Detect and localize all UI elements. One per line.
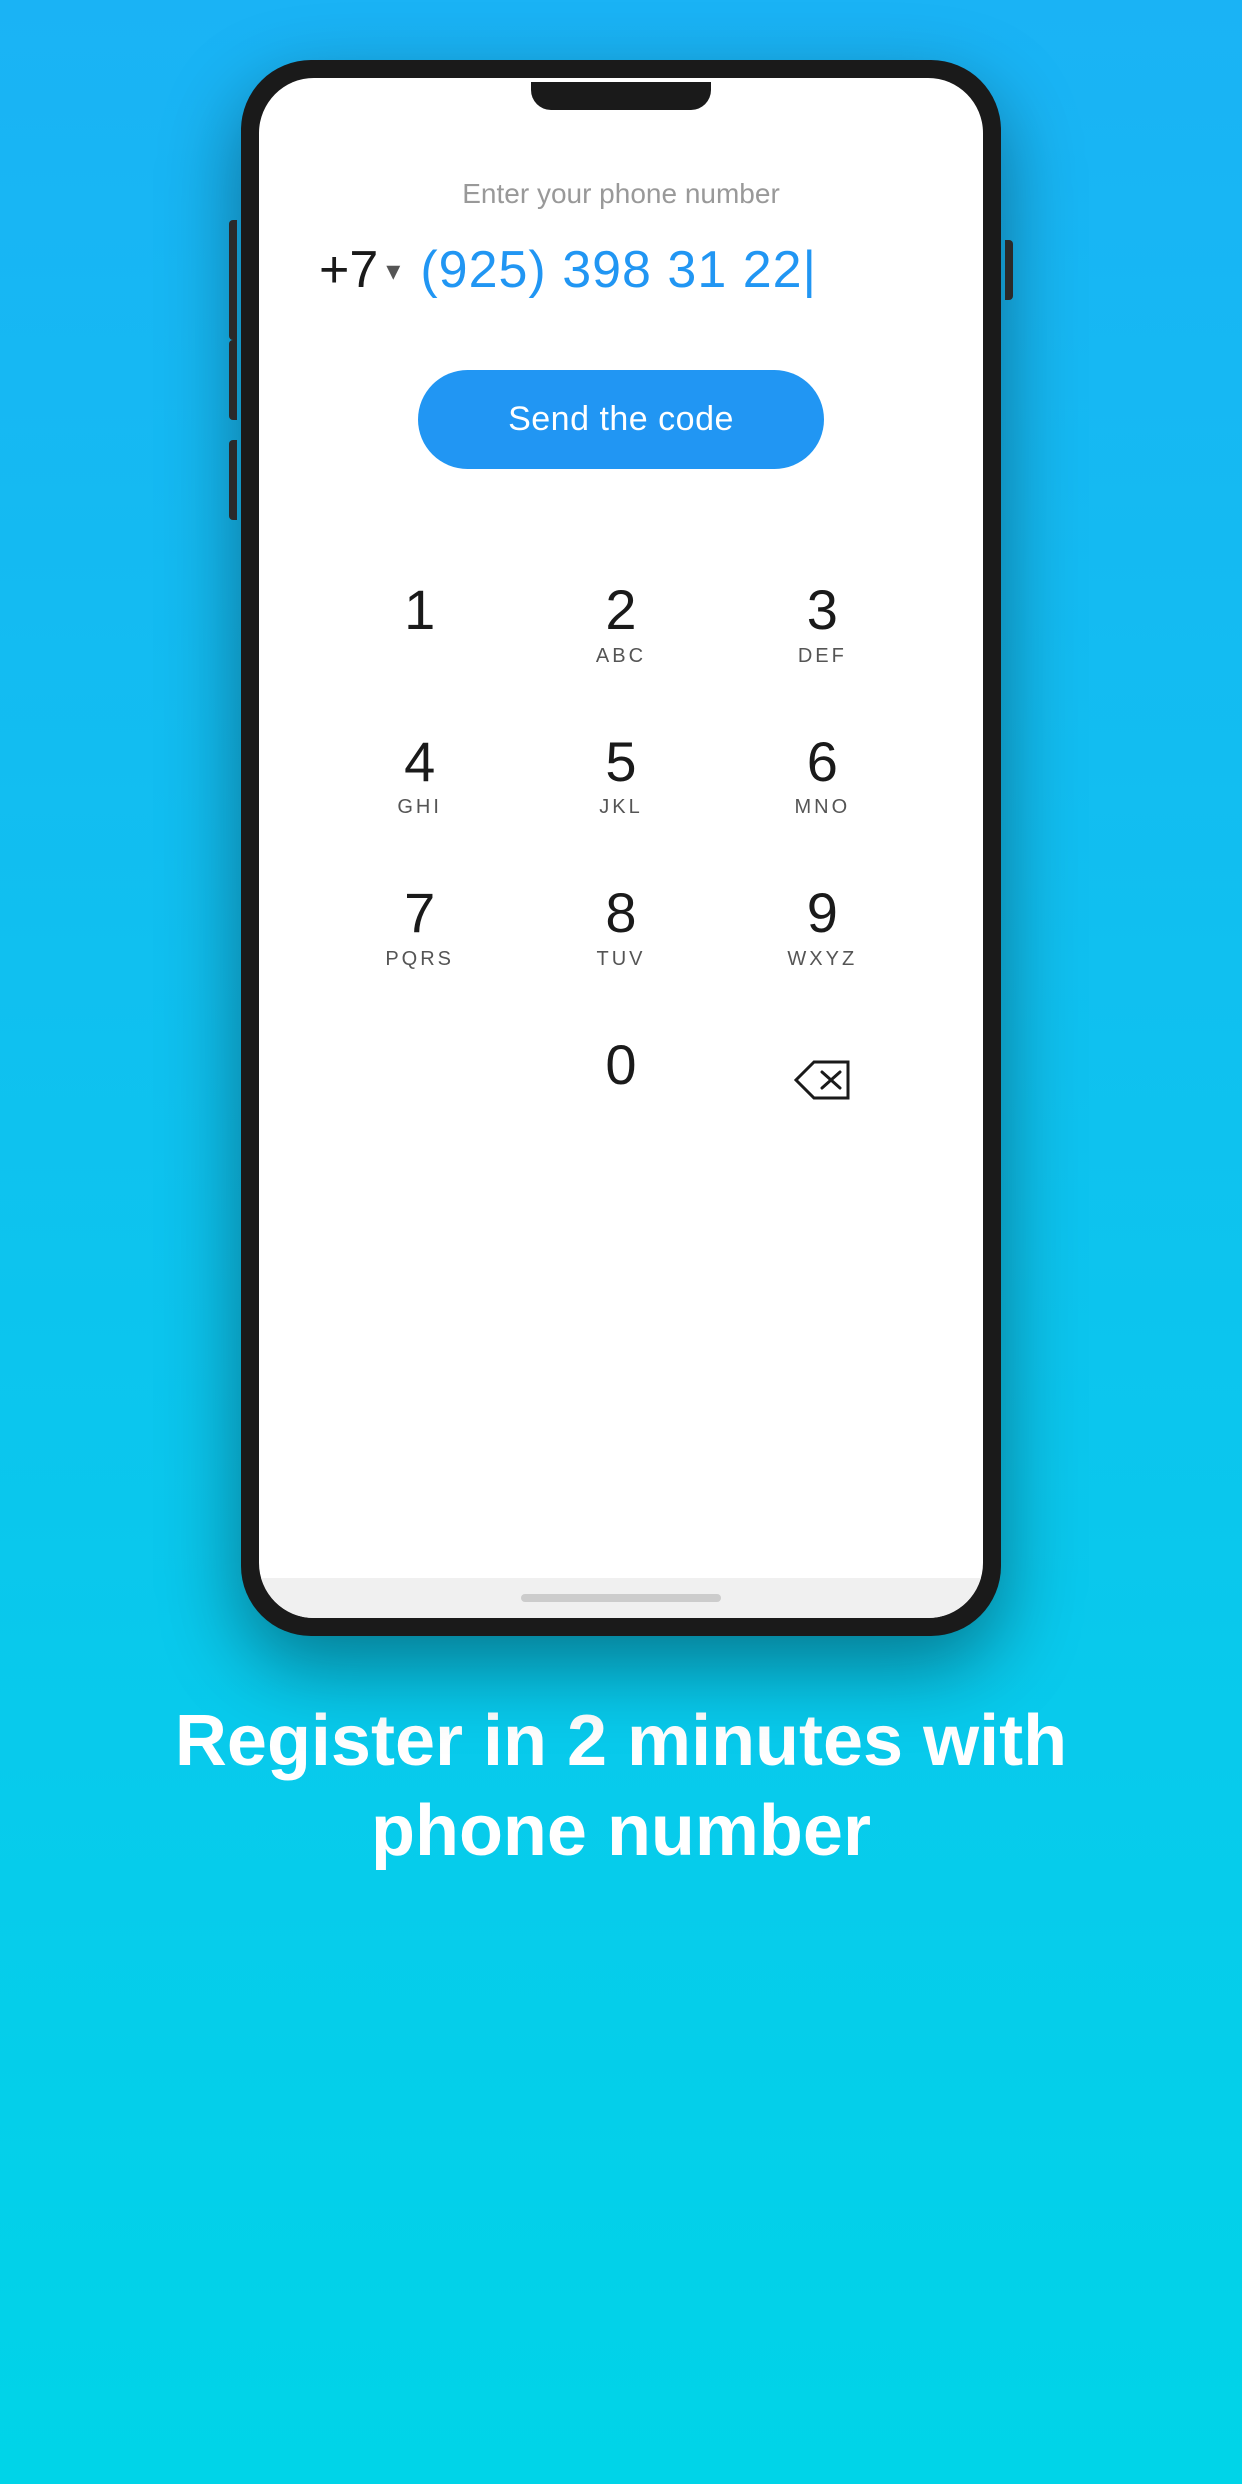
dial-digit: 8 bbox=[605, 882, 636, 944]
dial-key-0[interactable]: 0 bbox=[520, 1004, 721, 1156]
dial-key-9[interactable]: 9 WXYZ bbox=[722, 852, 923, 1004]
phone-wrapper: Enter your phone number +7 ▾ (925) 398 3… bbox=[241, 60, 1001, 1636]
dial-letters: PQRS bbox=[385, 948, 454, 974]
send-button-container: Send the code bbox=[319, 370, 923, 469]
backspace-key[interactable] bbox=[722, 1004, 923, 1156]
dial-key-3[interactable]: 3 DEF bbox=[722, 549, 923, 701]
dial-digit: 9 bbox=[807, 882, 838, 944]
empty-key bbox=[319, 1004, 520, 1156]
phone-input-row: +7 ▾ (925) 398 31 22| bbox=[319, 230, 923, 310]
dial-digit: 5 bbox=[605, 731, 636, 793]
vol-button-left2 bbox=[229, 340, 237, 420]
dial-letters: ABC bbox=[596, 645, 646, 671]
screen-content: Enter your phone number +7 ▾ (925) 398 3… bbox=[259, 78, 983, 1578]
dial-key-8[interactable]: 8 TUV bbox=[520, 852, 721, 1004]
dial-digit: 0 bbox=[605, 1034, 636, 1096]
dial-key-7[interactable]: 7 PQRS bbox=[319, 852, 520, 1004]
dial-letters: MNO bbox=[794, 796, 850, 822]
phone-input-label: Enter your phone number bbox=[319, 178, 923, 210]
dial-letters: TUV bbox=[596, 948, 645, 974]
home-indicator bbox=[521, 1594, 721, 1602]
country-code-value: +7 bbox=[319, 240, 378, 300]
tagline-text: Register in 2 minutes with phone number bbox=[175, 1696, 1067, 1876]
dial-digit: 4 bbox=[404, 731, 435, 793]
dial-digit: 3 bbox=[807, 579, 838, 641]
country-code-selector[interactable]: +7 ▾ bbox=[319, 240, 400, 300]
dial-key-4[interactable]: 4 GHI bbox=[319, 701, 520, 853]
dialpad: 1 2 ABC 3 DEF 4 GHI 5 JKL 6 MNO 7 PQRS 8 TUV 9 WXYZ 0 bbox=[319, 549, 923, 1155]
country-code-arrow: ▾ bbox=[386, 254, 400, 287]
dial-letters: DEF bbox=[798, 645, 847, 671]
dial-digit: 7 bbox=[404, 882, 435, 944]
vol-button-left1 bbox=[229, 220, 237, 320]
power-button bbox=[1005, 240, 1013, 300]
home-bar-area bbox=[259, 1578, 983, 1618]
dial-letters: JKL bbox=[599, 796, 642, 822]
dial-key-1[interactable]: 1 bbox=[319, 549, 520, 701]
dial-digit: 6 bbox=[807, 731, 838, 793]
dial-digit: 1 bbox=[404, 579, 435, 641]
dial-key-5[interactable]: 5 JKL bbox=[520, 701, 721, 853]
dial-digit: 2 bbox=[605, 579, 636, 641]
phone-number-display[interactable]: (925) 398 31 22| bbox=[420, 240, 817, 300]
vol-button-left3 bbox=[229, 440, 237, 520]
backspace-icon bbox=[792, 1058, 852, 1102]
dial-letters: GHI bbox=[397, 796, 442, 822]
send-code-button[interactable]: Send the code bbox=[418, 370, 824, 469]
bottom-tagline: Register in 2 minutes with phone number bbox=[95, 1696, 1147, 1876]
dial-letters: WXYZ bbox=[787, 948, 857, 974]
phone-frame: Enter your phone number +7 ▾ (925) 398 3… bbox=[241, 60, 1001, 1636]
dial-key-2[interactable]: 2 ABC bbox=[520, 549, 721, 701]
phone-screen: Enter your phone number +7 ▾ (925) 398 3… bbox=[259, 78, 983, 1618]
dial-key-6[interactable]: 6 MNO bbox=[722, 701, 923, 853]
